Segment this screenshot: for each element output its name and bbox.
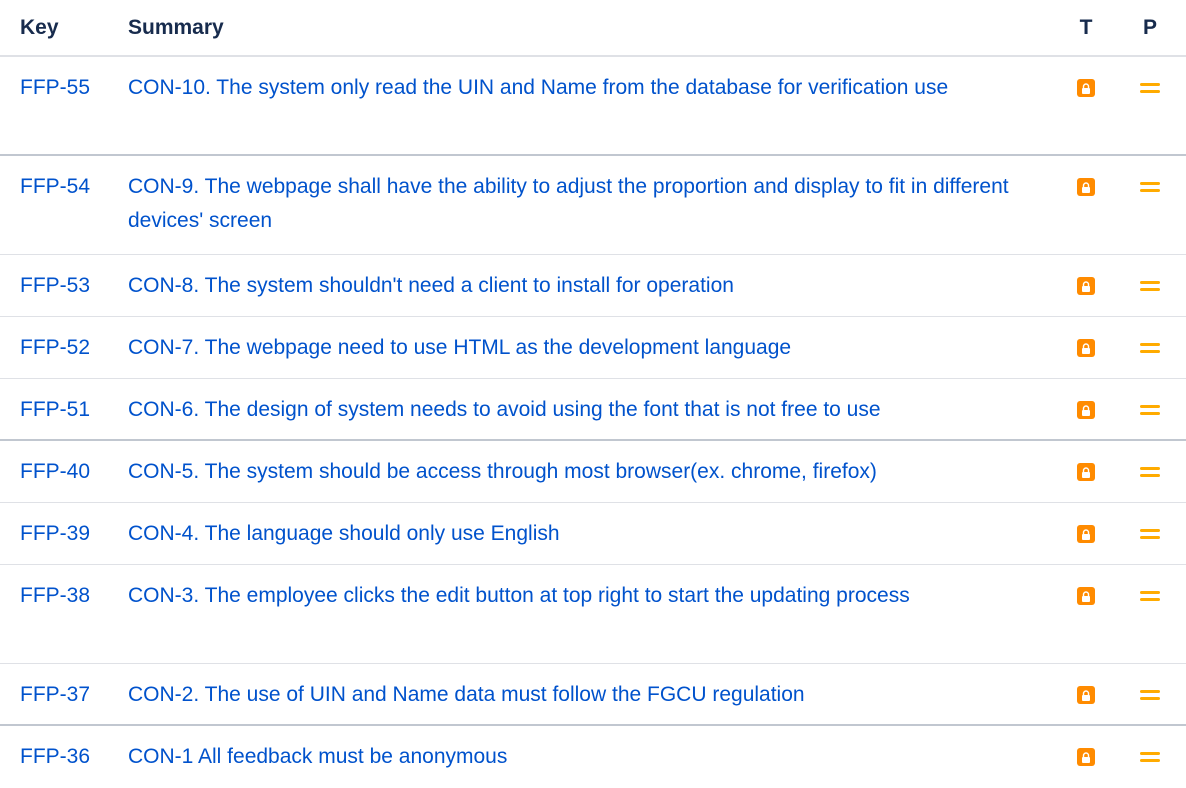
priority-medium-icon <box>1140 750 1160 764</box>
table-row: FFP-36 CON-1 All feedback must be anonym… <box>0 726 1186 788</box>
lock-icon <box>1077 339 1095 357</box>
table-row: FFP-39 CON-4. The language should only u… <box>0 503 1186 565</box>
priority-medium-icon <box>1140 81 1160 95</box>
priority-medium-icon <box>1140 465 1160 479</box>
table-row: FFP-54 CON-9. The webpage shall have the… <box>0 156 1186 255</box>
issue-summary-link[interactable]: CON-4. The language should only use Engl… <box>128 517 1038 551</box>
table-row: FFP-38 CON-3. The employee clicks the ed… <box>0 565 1186 664</box>
column-header-key[interactable]: Key <box>0 16 128 40</box>
lock-icon <box>1077 178 1095 196</box>
table-row: FFP-37 CON-2. The use of UIN and Name da… <box>0 664 1186 726</box>
column-header-priority[interactable]: P <box>1114 16 1186 40</box>
issue-key-link[interactable]: FFP-39 <box>20 517 128 551</box>
lock-icon <box>1077 748 1095 766</box>
issue-summary-link[interactable]: CON-9. The webpage shall have the abilit… <box>128 170 1038 238</box>
priority-medium-icon <box>1140 589 1160 603</box>
issue-summary-link[interactable]: CON-1 All feedback must be anonymous <box>128 740 1038 774</box>
issue-key-link[interactable]: FFP-52 <box>20 331 128 365</box>
issue-key-link[interactable]: FFP-38 <box>20 579 128 613</box>
issue-key-link[interactable]: FFP-53 <box>20 269 128 303</box>
priority-medium-icon <box>1140 180 1160 194</box>
issue-summary-link[interactable]: CON-2. The use of UIN and Name data must… <box>128 678 1038 712</box>
lock-icon <box>1077 463 1095 481</box>
lock-icon <box>1077 79 1095 97</box>
issue-summary-link[interactable]: CON-3. The employee clicks the edit butt… <box>128 579 1038 613</box>
issue-key-link[interactable]: FFP-36 <box>20 740 128 774</box>
lock-icon <box>1077 686 1095 704</box>
priority-medium-icon <box>1140 688 1160 702</box>
lock-icon <box>1077 587 1095 605</box>
issue-key-link[interactable]: FFP-54 <box>20 170 128 204</box>
table-row: FFP-55 CON-10. The system only read the … <box>0 57 1186 156</box>
issue-summary-link[interactable]: CON-6. The design of system needs to avo… <box>128 393 1038 427</box>
issue-key-link[interactable]: FFP-55 <box>20 71 128 105</box>
priority-medium-icon <box>1140 341 1160 355</box>
issue-summary-link[interactable]: CON-5. The system should be access throu… <box>128 455 1038 489</box>
issue-summary-link[interactable]: CON-10. The system only read the UIN and… <box>128 71 1038 105</box>
lock-icon <box>1077 401 1095 419</box>
table-row: FFP-51 CON-6. The design of system needs… <box>0 379 1186 441</box>
priority-medium-icon <box>1140 527 1160 541</box>
priority-medium-icon <box>1140 279 1160 293</box>
table-row: FFP-53 CON-8. The system shouldn't need … <box>0 255 1186 317</box>
priority-medium-icon <box>1140 403 1160 417</box>
column-header-type[interactable]: T <box>1058 16 1114 40</box>
issue-key-link[interactable]: FFP-37 <box>20 678 128 712</box>
table-row: FFP-40 CON-5. The system should be acces… <box>0 441 1186 503</box>
issue-key-link[interactable]: FFP-40 <box>20 455 128 489</box>
lock-icon <box>1077 277 1095 295</box>
column-header-summary[interactable]: Summary <box>128 16 1058 40</box>
table-header: Key Summary T P <box>0 0 1186 57</box>
table-row: FFP-52 CON-7. The webpage need to use HT… <box>0 317 1186 379</box>
issue-key-link[interactable]: FFP-51 <box>20 393 128 427</box>
issue-summary-link[interactable]: CON-7. The webpage need to use HTML as t… <box>128 331 1038 365</box>
lock-icon <box>1077 525 1095 543</box>
issue-table: Key Summary T P FFP-55 CON-10. The syste… <box>0 0 1186 788</box>
issue-summary-link[interactable]: CON-8. The system shouldn't need a clien… <box>128 269 1038 303</box>
